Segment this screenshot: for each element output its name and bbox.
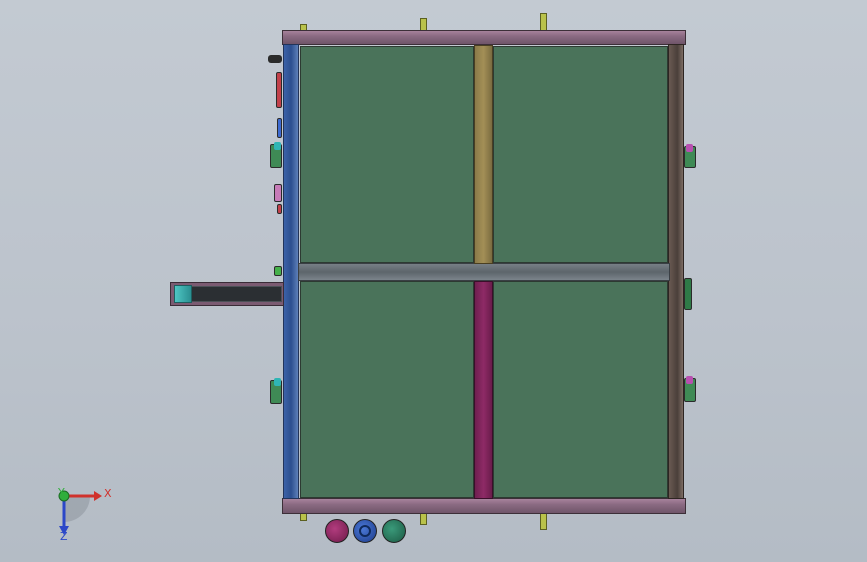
lower-divider-beam — [474, 281, 493, 499]
left-rail — [283, 44, 299, 499]
left-fitting-pink — [274, 184, 282, 202]
side-conveyor-end — [174, 285, 192, 303]
panel-top-left — [300, 46, 474, 263]
triad-x-arrow — [94, 491, 102, 501]
center-cross-beam — [298, 263, 670, 281]
left-fitting-red-1 — [276, 72, 282, 108]
left-fitting-blue — [277, 118, 282, 138]
left-bracket-lower-cap — [274, 378, 281, 386]
triad-z-label: Z — [60, 530, 68, 543]
bottom-post-3 — [540, 512, 547, 530]
right-bracket-upper-cap — [686, 144, 693, 152]
left-fitting-red-2 — [277, 204, 282, 214]
panel-top-right — [493, 46, 668, 263]
right-bracket-mid — [684, 278, 692, 310]
motor-left — [325, 519, 349, 543]
right-rail — [668, 44, 684, 499]
panel-bottom-left — [300, 281, 474, 498]
left-bracket-upper-cap — [274, 142, 281, 150]
panel-bottom-right — [493, 281, 668, 498]
upper-divider-beam — [474, 45, 493, 264]
triad-x-label: X — [104, 487, 112, 500]
motor-center-ring — [359, 525, 371, 537]
triad-y-label: Y — [58, 486, 65, 499]
left-fitting-top — [268, 55, 282, 63]
triad-shadow — [64, 496, 90, 522]
left-fitting-green — [274, 266, 282, 276]
side-conveyor-belt — [190, 286, 282, 302]
top-rail — [282, 30, 686, 45]
bottom-rail — [282, 498, 686, 514]
motor-right — [382, 519, 406, 543]
right-bracket-lower-cap — [686, 376, 693, 384]
